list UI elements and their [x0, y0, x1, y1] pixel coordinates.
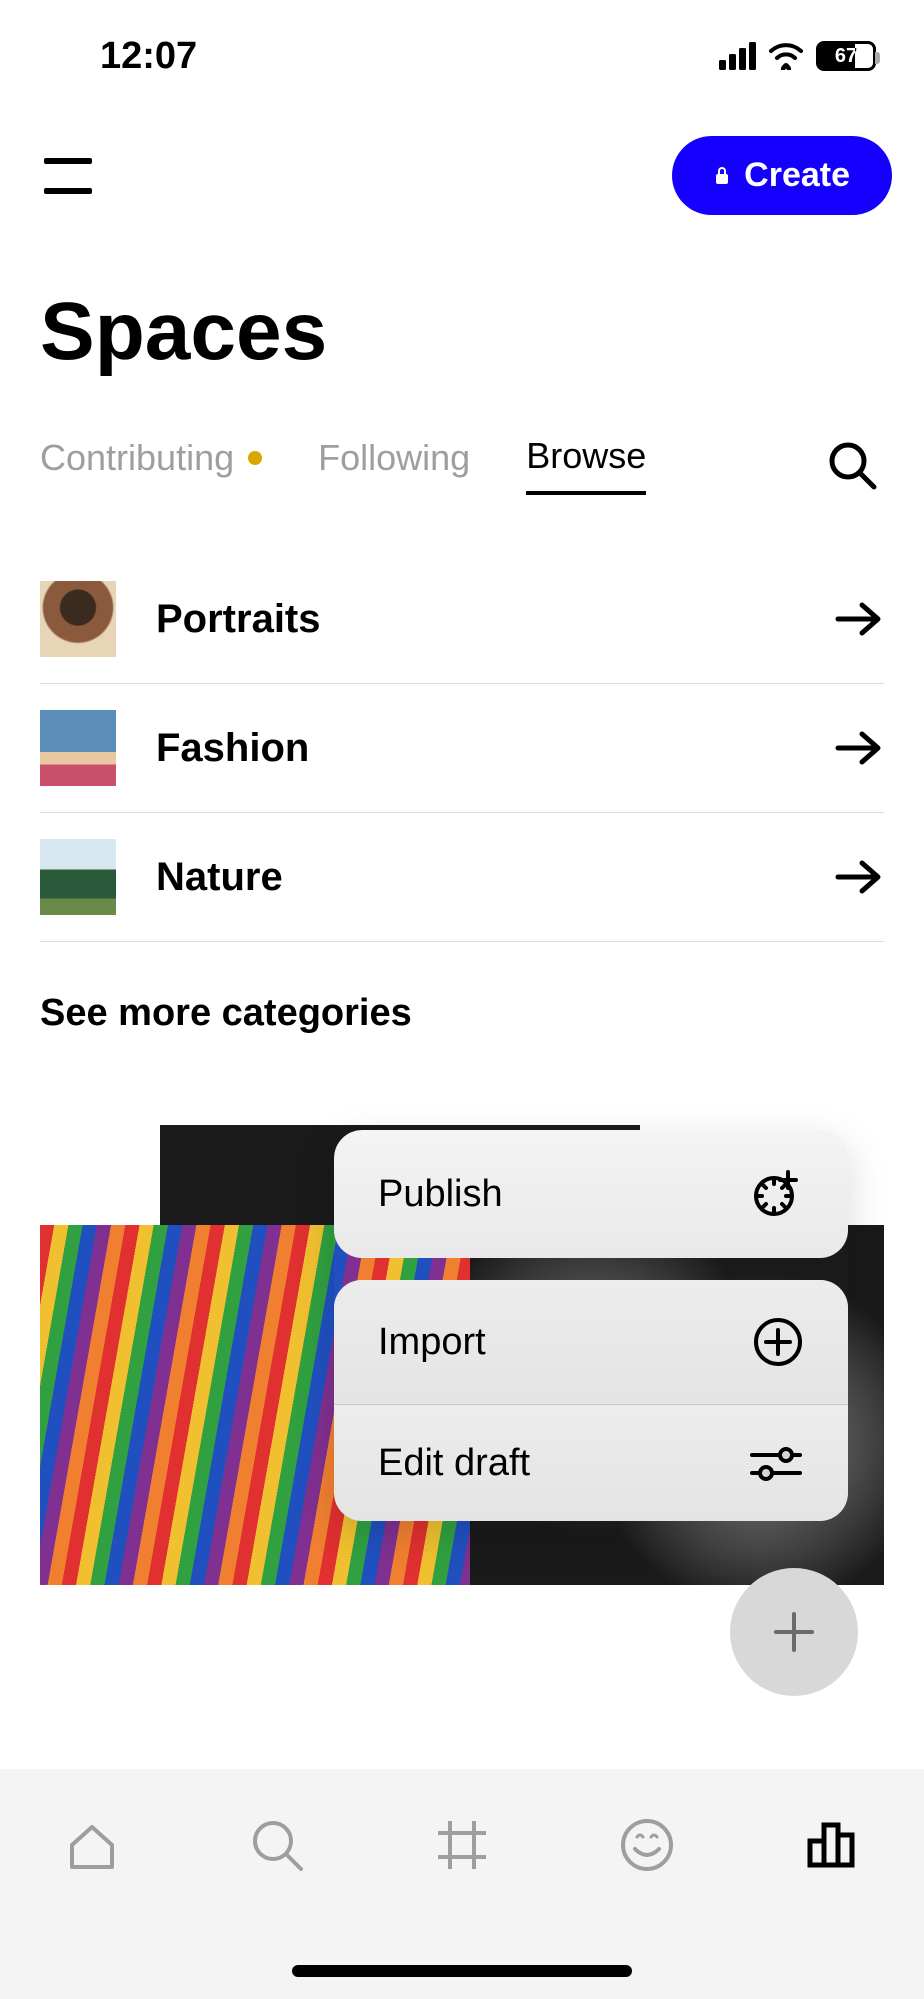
tab-contributing-label: Contributing [40, 437, 234, 479]
home-icon [62, 1815, 122, 1875]
wifi-icon [768, 42, 804, 70]
category-row-nature[interactable]: Nature [40, 813, 884, 942]
category-thumbnail [40, 710, 116, 786]
create-button[interactable]: Create [672, 136, 892, 215]
status-bar: 12:07 67 [0, 0, 924, 88]
frame-icon [432, 1815, 492, 1875]
tab-browse[interactable]: Browse [526, 435, 646, 495]
tab-following[interactable]: Following [318, 437, 470, 493]
popover-import[interactable]: Import [334, 1280, 848, 1404]
popover-publish[interactable]: Publish [334, 1130, 848, 1258]
category-label: Fashion [156, 726, 309, 771]
search-icon [826, 439, 878, 491]
tab-contributing[interactable]: Contributing [40, 437, 262, 493]
nav-home[interactable] [62, 1815, 122, 1875]
action-popover: Publish Import Edit draft [334, 1130, 848, 1521]
nav-smile[interactable] [617, 1815, 677, 1875]
search-button[interactable] [826, 439, 878, 491]
see-more-categories-link[interactable]: See more categories [0, 942, 924, 1035]
nav-spaces[interactable] [802, 1815, 862, 1875]
plus-circle-icon [752, 1316, 804, 1368]
battery-indicator: 67 [816, 41, 876, 71]
category-thumbnail [40, 839, 116, 915]
smile-icon [617, 1815, 677, 1875]
popover-import-label: Import [378, 1321, 486, 1364]
category-row-fashion[interactable]: Fashion [40, 684, 884, 813]
bottom-nav [0, 1769, 924, 1999]
lock-icon [714, 166, 730, 186]
search-icon [247, 1815, 307, 1875]
add-fab[interactable] [730, 1568, 858, 1696]
category-thumbnail [40, 581, 116, 657]
status-indicators: 67 [719, 41, 876, 71]
popover-publish-label: Publish [378, 1173, 503, 1216]
publish-icon [748, 1166, 804, 1222]
home-indicator[interactable] [292, 1965, 632, 1977]
category-row-portraits[interactable]: Portraits [40, 555, 884, 684]
tabs: Contributing Following Browse [0, 379, 924, 495]
plus-icon [770, 1608, 818, 1656]
create-button-label: Create [744, 156, 850, 195]
bar-chart-icon [802, 1815, 862, 1875]
category-label: Portraits [156, 597, 321, 642]
status-time: 12:07 [100, 35, 197, 78]
nav-search[interactable] [247, 1815, 307, 1875]
sliders-icon [748, 1441, 804, 1485]
arrow-right-icon [832, 722, 884, 774]
arrow-right-icon [832, 851, 884, 903]
popover-edit-draft-label: Edit draft [378, 1442, 530, 1485]
notification-dot-icon [248, 451, 262, 465]
tab-following-label: Following [318, 437, 470, 479]
category-list: Portraits Fashion Nature [0, 495, 924, 942]
app-bar: Create [0, 88, 924, 215]
menu-button[interactable] [44, 158, 92, 194]
popover-edit-draft[interactable]: Edit draft [334, 1404, 848, 1521]
battery-percent: 67 [835, 45, 857, 68]
tab-browse-label: Browse [526, 435, 646, 477]
nav-frame[interactable] [432, 1815, 492, 1875]
category-label: Nature [156, 855, 283, 900]
page-title: Spaces [0, 215, 924, 379]
cellular-signal-icon [719, 42, 756, 70]
arrow-right-icon [832, 593, 884, 645]
